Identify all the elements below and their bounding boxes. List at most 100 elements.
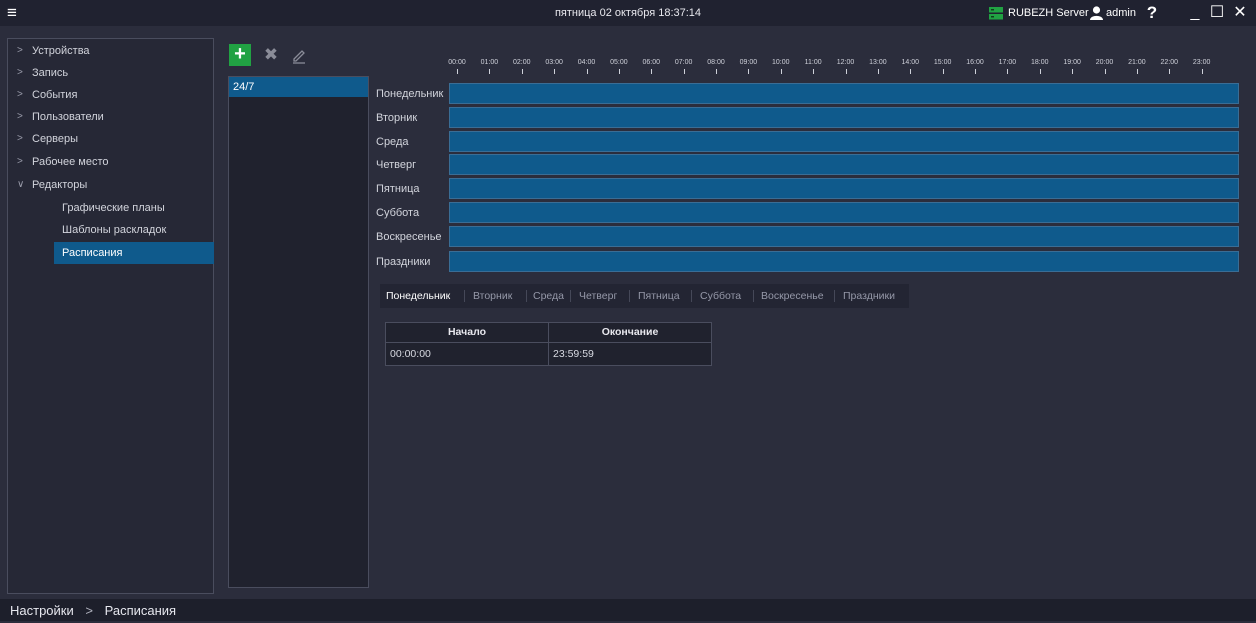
hour-tick-label: 23:00	[1192, 59, 1211, 66]
tab-holidays[interactable]: Праздники	[843, 284, 895, 308]
chevron-down-icon: ∨	[17, 179, 25, 190]
hour-tick	[521, 69, 524, 74]
hour-tick-label: 09:00	[739, 59, 758, 66]
sidebar-item-servers[interactable]: > Серверы	[8, 128, 213, 150]
day-label-sunday: Воскресенье	[376, 231, 442, 243]
sidebar-item-schedules[interactable]: Расписания	[54, 242, 214, 264]
sidebar-item-editors[interactable]: ∨ Редакторы	[8, 174, 213, 196]
tab-separator	[834, 290, 835, 302]
hour-tick	[942, 69, 945, 74]
day-label-monday: Понедельник	[376, 88, 444, 100]
hour-tick-label: 06:00	[642, 59, 661, 66]
hour-tick	[910, 69, 912, 74]
breadcrumb-root[interactable]: Настройки	[10, 603, 74, 618]
hour-tick	[1201, 69, 1204, 74]
tab-friday[interactable]: Пятница	[638, 284, 680, 308]
tab-separator	[629, 290, 630, 302]
sidebar-item-workplace[interactable]: > Рабочее место	[8, 151, 213, 173]
tab-separator	[753, 290, 754, 302]
day-label-saturday: Суббота	[376, 207, 420, 219]
breadcrumb-current: Расписания	[104, 603, 177, 618]
sidebar-item-users[interactable]: > Пользователи	[8, 106, 213, 128]
sidebar-item-events[interactable]: > События	[8, 84, 213, 106]
hours-axis: 00:00 01:00 02:00 03:00 04:00 05:00 06:00 07:00…	[448, 56, 1239, 84]
hour-tick-label: 21:00	[1128, 59, 1146, 66]
server-name[interactable]: RUBEZH Server	[1008, 6, 1089, 20]
day-bar-friday[interactable]	[449, 178, 1239, 199]
sidebar-item-label: Устройства	[32, 45, 90, 57]
sidebar-item-label: Шаблоны раскладок	[62, 224, 167, 236]
sidebar-item-label: Графические планы	[62, 202, 165, 214]
day-bar-thursday[interactable]	[449, 154, 1239, 175]
sidebar-item-recording[interactable]: > Запись	[8, 62, 213, 84]
chevron-right-icon: >	[17, 111, 23, 122]
hour-tick-label: 02:00	[512, 59, 531, 66]
hour-tick-label: 10:00	[772, 59, 790, 66]
tab-separator	[464, 290, 465, 302]
hour-tick	[1136, 69, 1139, 74]
day-bar-sunday[interactable]	[449, 226, 1239, 247]
tab-separator	[691, 290, 692, 302]
user-name[interactable]: admin	[1106, 6, 1136, 20]
delete-schedule-button[interactable]: ✖	[260, 44, 282, 66]
sidebar-item-label: События	[32, 89, 78, 101]
maximize-button[interactable]: ☐	[1209, 4, 1225, 22]
sidebar-item-label: Пользователи	[32, 111, 104, 123]
hour-tick-label: 20:00	[1095, 59, 1114, 66]
close-button[interactable]: ✕	[1232, 4, 1248, 22]
hour-tick	[716, 69, 718, 74]
tab-sunday[interactable]: Воскресенье	[761, 284, 824, 308]
hour-tick-label: 16:00	[966, 59, 984, 66]
sidebar-item-label: Редакторы	[32, 179, 88, 191]
column-header-end[interactable]: Окончание	[549, 323, 711, 343]
day-bar-tuesday[interactable]	[449, 107, 1239, 128]
day-tabs: Понедельник Вторник Среда Четверг Пятниц…	[380, 284, 909, 308]
user-icon	[1090, 6, 1103, 20]
interval-end-cell[interactable]: 23:59:59	[549, 343, 711, 365]
day-label-wednesday: Среда	[376, 136, 409, 148]
hour-tick-label: 19:00	[1063, 59, 1081, 66]
interval-table: Начало Окончание 00:00:00 23:59:59	[385, 322, 712, 366]
hour-tick	[651, 69, 653, 74]
sidebar-item-devices[interactable]: > Устройства	[8, 40, 213, 62]
hour-tick	[813, 69, 815, 74]
interval-start-cell[interactable]: 00:00:00	[386, 343, 548, 365]
help-icon[interactable]: ?	[1145, 3, 1159, 23]
hour-tick-label: 04:00	[577, 59, 596, 66]
hour-tick	[683, 69, 686, 74]
hour-tick-label: 15:00	[933, 59, 952, 66]
day-bar-holidays[interactable]	[449, 251, 1239, 272]
tab-thursday[interactable]: Четверг	[579, 284, 617, 308]
chevron-right-icon: >	[17, 45, 23, 56]
minimize-button[interactable]: _	[1187, 4, 1203, 22]
schedule-list: 24/7	[228, 76, 369, 588]
tab-tuesday[interactable]: Вторник	[473, 284, 512, 308]
tab-saturday[interactable]: Суббота	[700, 284, 741, 308]
chevron-right-icon: >	[17, 156, 23, 167]
sidebar-item-layout-templates[interactable]: Шаблоны раскладок	[54, 219, 214, 241]
column-header-start[interactable]: Начало	[386, 323, 548, 343]
breadcrumb-separator: >	[85, 603, 93, 618]
hour-tick	[1104, 69, 1107, 74]
hour-tick-label: 05:00	[610, 59, 628, 66]
list-item[interactable]: 24/7	[229, 77, 368, 97]
sidebar-item-graphic-plans[interactable]: Графические планы	[54, 197, 214, 219]
edit-pencil-icon[interactable]	[288, 44, 310, 66]
tab-monday[interactable]: Понедельник	[386, 284, 450, 308]
hour-tick-label: 00:00	[448, 59, 466, 66]
day-label-tuesday: Вторник	[376, 112, 418, 124]
day-bar-wednesday[interactable]	[449, 131, 1239, 152]
hour-tick	[457, 69, 459, 74]
hour-tick-label: 22:00	[1160, 59, 1179, 66]
add-schedule-button[interactable]: +	[229, 44, 251, 66]
day-bar-saturday[interactable]	[449, 202, 1239, 223]
sidebar-item-label: Расписания	[62, 247, 123, 259]
sidebar-item-label: Рабочее место	[32, 156, 109, 168]
hour-tick-label: 13:00	[869, 59, 887, 66]
tab-wednesday[interactable]: Среда	[533, 284, 564, 308]
hour-tick	[975, 69, 977, 74]
sidebar-item-label: Запись	[32, 67, 69, 79]
day-bar-monday[interactable]	[449, 83, 1239, 104]
tab-separator	[570, 290, 571, 302]
hour-tick-label: 17:00	[998, 59, 1017, 66]
